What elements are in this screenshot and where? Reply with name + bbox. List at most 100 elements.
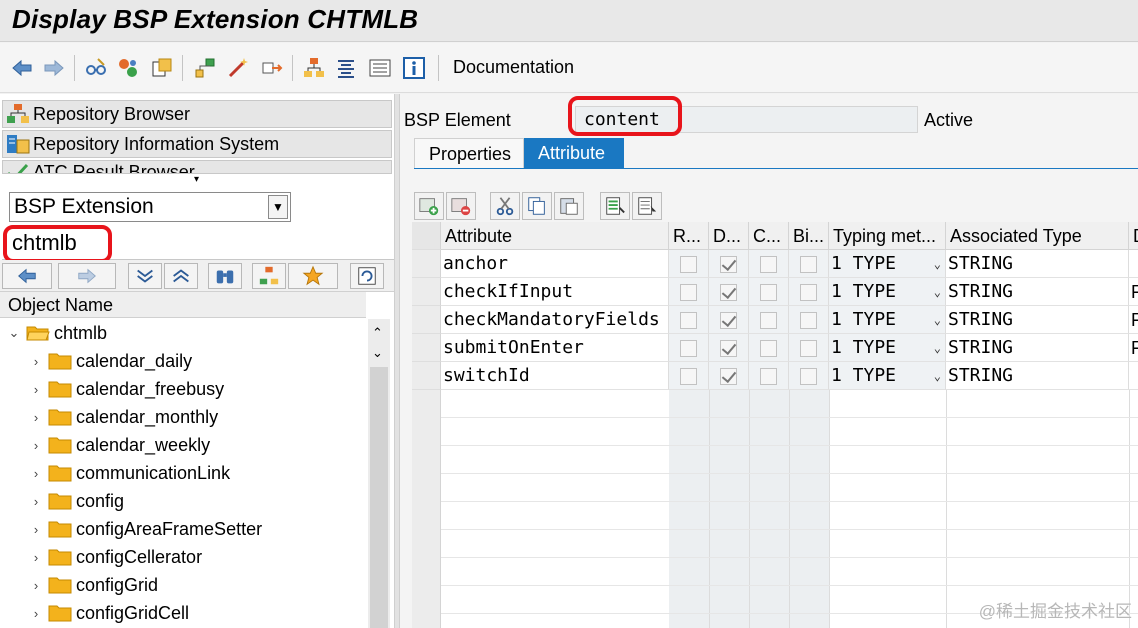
next-object-button[interactable] <box>58 263 116 289</box>
tree-item[interactable]: › calendar_freebusy <box>28 375 224 403</box>
typing-method-select[interactable]: 1 TYPE ⌄ <box>829 278 946 306</box>
case-checkbox[interactable] <box>749 334 789 362</box>
chevron-down-icon[interactable]: ⌄ <box>6 325 22 341</box>
delete-row-button[interactable] <box>446 192 476 220</box>
row-selector[interactable] <box>412 250 441 278</box>
expand-all-button[interactable] <box>128 263 162 289</box>
hierarchy-button[interactable] <box>252 263 286 289</box>
row-selector[interactable] <box>412 278 441 306</box>
object-list-icon[interactable] <box>148 55 176 81</box>
typing-method-select[interactable]: 1 TYPE ⌄ <box>829 362 946 390</box>
checkbox[interactable] <box>680 312 697 329</box>
back-icon[interactable] <box>8 55 36 81</box>
checkbox[interactable] <box>800 256 817 273</box>
checkbox[interactable] <box>720 312 737 329</box>
checkbox[interactable] <box>800 340 817 357</box>
chevron-right-icon[interactable]: › <box>28 466 44 481</box>
tab-attribute[interactable]: Attribute <box>524 138 624 168</box>
typing-method-select[interactable]: 1 TYPE ⌄ <box>829 334 946 362</box>
tree-item[interactable]: › configAreaFrameSetter <box>28 515 262 543</box>
chevron-right-icon[interactable]: › <box>28 494 44 509</box>
attribute-cell[interactable]: checkMandatoryFields <box>441 306 669 334</box>
tree-icon[interactable] <box>300 55 328 81</box>
select-all-cell[interactable] <box>412 222 441 250</box>
binding-checkbox[interactable] <box>789 278 829 306</box>
tree-item[interactable]: › calendar_monthly <box>28 403 218 431</box>
scrollbar-thumb[interactable] <box>370 367 388 628</box>
activate-icon[interactable] <box>114 55 142 81</box>
case-checkbox[interactable] <box>749 362 789 390</box>
dynamic-checkbox[interactable] <box>709 362 749 390</box>
row-selector[interactable] <box>412 306 441 334</box>
tree-item[interactable]: › calendar_weekly <box>28 431 210 459</box>
repository-information-system-button[interactable]: Repository Information System <box>2 130 392 158</box>
row-selector[interactable] <box>412 362 441 390</box>
forward-icon[interactable] <box>40 55 68 81</box>
tab-properties[interactable]: Properties <box>414 138 524 168</box>
tree-item[interactable]: › configGrid <box>28 571 158 599</box>
magic-wand-icon[interactable] <box>224 55 252 81</box>
tree-item[interactable]: › configGridCell <box>28 599 189 627</box>
typing-method-select[interactable]: 1 TYPE ⌄ <box>829 306 946 334</box>
scroll-up-icon[interactable]: ⌃ <box>372 325 383 341</box>
chevron-right-icon[interactable]: › <box>28 382 44 397</box>
required-checkbox[interactable] <box>669 362 709 390</box>
case-checkbox[interactable] <box>749 250 789 278</box>
favorites-button[interactable] <box>288 263 338 289</box>
chevron-right-icon[interactable]: › <box>28 578 44 593</box>
chevron-down-icon[interactable]: ⌄ <box>934 250 941 277</box>
documentation-button[interactable]: Documentation <box>453 57 574 78</box>
checkbox[interactable] <box>760 256 777 273</box>
required-checkbox[interactable] <box>669 250 709 278</box>
column-settings-button[interactable] <box>600 192 630 220</box>
column-header-binding[interactable]: Bi... <box>789 222 829 250</box>
column-header-required[interactable]: R... <box>669 222 709 250</box>
move-icon[interactable] <box>258 55 286 81</box>
required-checkbox[interactable] <box>669 306 709 334</box>
checkbox[interactable] <box>760 312 777 329</box>
checkbox[interactable] <box>680 340 697 357</box>
column-header-associated-type[interactable]: Associated Type <box>946 222 1129 250</box>
repository-browser-button[interactable]: Repository Browser <box>2 100 392 128</box>
row-selector[interactable] <box>412 334 441 362</box>
attribute-cell[interactable]: switchId <box>441 362 669 390</box>
column-header-default[interactable]: D <box>1129 222 1138 250</box>
insert-row-button[interactable] <box>414 192 444 220</box>
required-checkbox[interactable] <box>669 278 709 306</box>
dynamic-checkbox[interactable] <box>709 278 749 306</box>
chevron-right-icon[interactable]: › <box>28 550 44 565</box>
chevron-right-icon[interactable]: › <box>28 410 44 425</box>
checkbox[interactable] <box>720 284 737 301</box>
cut-button[interactable] <box>490 192 520 220</box>
splitter-handle-icon[interactable]: ▾ <box>194 174 199 185</box>
find-button[interactable] <box>208 263 242 289</box>
chevron-down-icon[interactable]: ▼ <box>268 195 288 219</box>
tree-item[interactable]: › calendar_daily <box>28 347 192 375</box>
column-header-dynamic[interactable]: D... <box>709 222 749 250</box>
column-header-attribute[interactable]: Attribute <box>441 222 669 250</box>
checkbox[interactable] <box>680 256 697 273</box>
scroll-down-icon[interactable]: ⌄ <box>372 345 383 361</box>
attribute-cell[interactable]: submitOnEnter <box>441 334 669 362</box>
chevron-right-icon[interactable]: › <box>28 606 44 621</box>
attribute-cell[interactable]: checkIfInput <box>441 278 669 306</box>
chevron-down-icon[interactable]: ⌄ <box>934 306 941 333</box>
object-type-select[interactable]: BSP Extension ▼ <box>9 192 291 222</box>
dynamic-checkbox[interactable] <box>709 250 749 278</box>
case-checkbox[interactable] <box>749 278 789 306</box>
checkbox[interactable] <box>760 340 777 357</box>
tree-item[interactable]: › config <box>28 487 124 515</box>
column-header-case[interactable]: C... <box>749 222 789 250</box>
checkbox[interactable] <box>760 284 777 301</box>
refresh-button[interactable] <box>350 263 384 289</box>
binding-checkbox[interactable] <box>789 250 829 278</box>
required-checkbox[interactable] <box>669 334 709 362</box>
attribute-cell[interactable]: anchor <box>441 250 669 278</box>
align-icon[interactable] <box>332 55 360 81</box>
checkbox[interactable] <box>680 368 697 385</box>
list-view-icon[interactable] <box>366 55 394 81</box>
glasses-icon[interactable] <box>82 55 110 81</box>
hierarchy-icon[interactable] <box>192 55 220 81</box>
binding-checkbox[interactable] <box>789 306 829 334</box>
tree-root[interactable]: ⌄ chtmlb <box>6 319 107 347</box>
